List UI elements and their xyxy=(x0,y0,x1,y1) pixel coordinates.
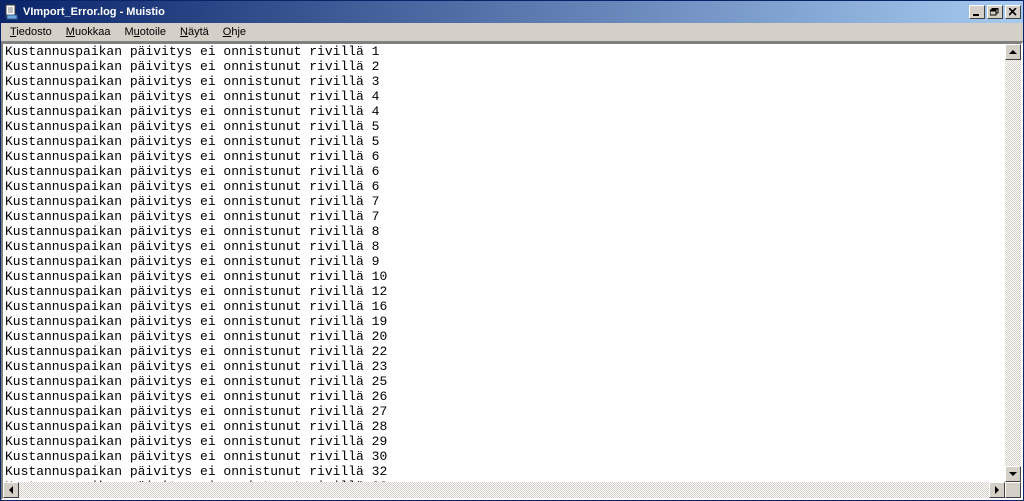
title-bar[interactable]: VImport_Error.log - Muistio xyxy=(1,1,1023,23)
text-area[interactable]: Kustannuspaikan päivitys ei onnistunut r… xyxy=(3,44,1021,482)
notepad-window: VImport_Error.log - Muistio xyxy=(0,0,1024,501)
size-grip[interactable] xyxy=(1005,482,1021,498)
scroll-right-button[interactable] xyxy=(989,482,1005,498)
close-button[interactable] xyxy=(1005,5,1021,19)
menu-item-0[interactable]: Tiedosto xyxy=(3,25,59,39)
menu-item-3[interactable]: Näytä xyxy=(173,25,216,39)
restore-button[interactable] xyxy=(987,5,1003,19)
minimize-button[interactable] xyxy=(969,5,985,19)
scroll-down-button[interactable] xyxy=(1005,466,1021,482)
menu-item-1[interactable]: Muokkaa xyxy=(59,25,118,39)
scroll-left-button[interactable] xyxy=(3,482,19,498)
menu-item-2[interactable]: Muotoile xyxy=(117,25,173,39)
menu-bar: TiedostoMuokkaaMuotoileNäytäOhje xyxy=(1,23,1023,42)
menu-item-4[interactable]: Ohje xyxy=(216,25,253,39)
window-buttons xyxy=(969,5,1021,19)
notepad-icon xyxy=(3,4,19,20)
chevron-right-icon xyxy=(995,486,999,494)
chevron-left-icon xyxy=(9,486,13,494)
vertical-scrollbar[interactable] xyxy=(1005,44,1021,482)
horizontal-scroll-track[interactable] xyxy=(19,482,989,498)
scroll-up-button[interactable] xyxy=(1005,44,1021,60)
client-area: Kustannuspaikan päivitys ei onnistunut r… xyxy=(1,42,1023,500)
editor-text[interactable]: Kustannuspaikan päivitys ei onnistunut r… xyxy=(3,44,1005,482)
horizontal-scrollbar[interactable] xyxy=(3,482,1005,498)
window-title: VImport_Error.log - Muistio xyxy=(23,6,969,18)
chevron-down-icon xyxy=(1009,472,1017,476)
chevron-up-icon xyxy=(1009,50,1017,54)
vertical-scroll-track[interactable] xyxy=(1005,60,1021,466)
horizontal-scrollbar-row xyxy=(3,482,1021,498)
